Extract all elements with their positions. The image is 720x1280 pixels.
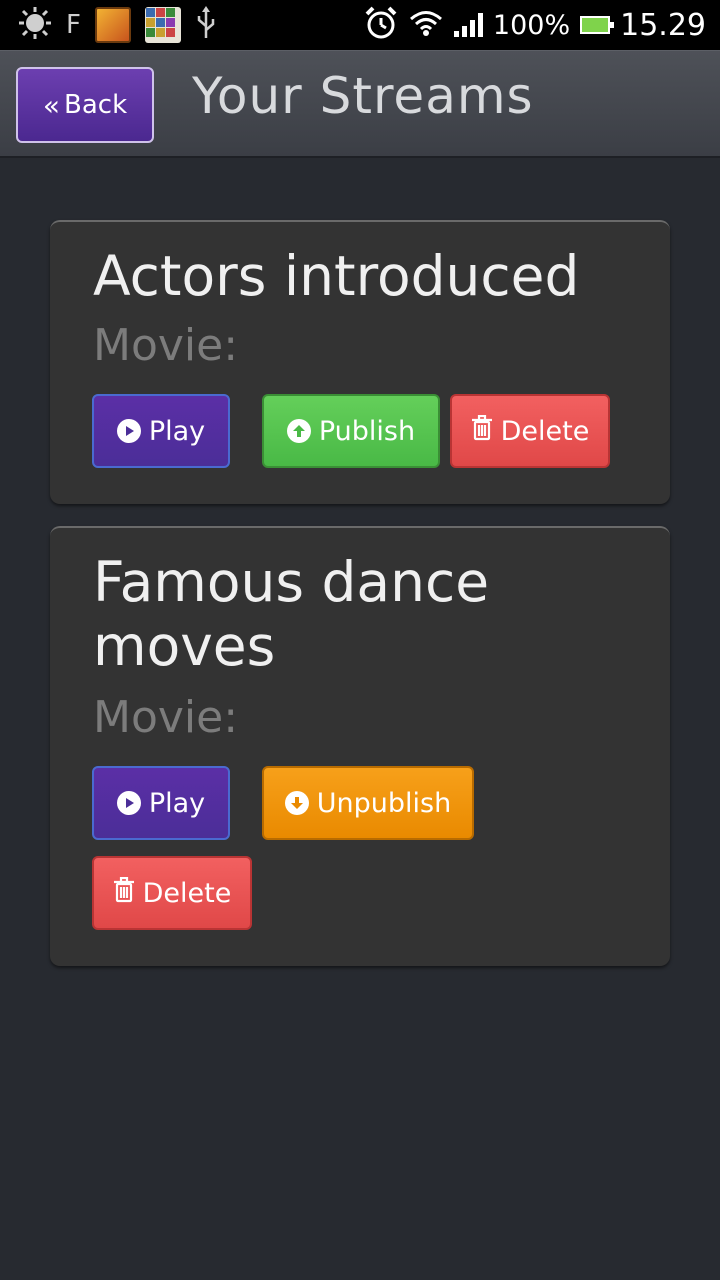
publish-button-label: Publish: [318, 415, 416, 447]
play-button-label: Play: [148, 787, 206, 819]
unpublish-button-label: Unpublish: [316, 787, 452, 819]
wifi-icon: [408, 8, 444, 42]
delete-button[interactable]: Delete: [450, 394, 610, 468]
stream-card: Famous dance moves Movie: Play Unpublish…: [50, 526, 670, 966]
stream-card: Actors introduced Movie: Play Publish De…: [50, 220, 670, 504]
battery-percent: 100%: [492, 9, 571, 41]
status-bar: F 100% 15.29: [0, 0, 720, 50]
stream-type-label: Movie:: [93, 692, 239, 743]
header-bar: « Back Your Streams: [0, 50, 720, 158]
delete-button-label: Delete: [142, 877, 232, 909]
stream-title: Actors introduced: [93, 244, 580, 308]
trash-icon: [113, 876, 135, 910]
stream-type-label: Movie:: [93, 320, 239, 371]
f-icon: F: [66, 10, 81, 40]
alarm-icon: [364, 6, 398, 44]
double-chevron-left-icon: «: [42, 88, 60, 122]
stream-title: Famous dance moves: [93, 550, 490, 678]
delete-button[interactable]: Delete: [92, 856, 252, 930]
arrow-down-circle-icon: [284, 791, 309, 815]
play-button[interactable]: Play: [92, 394, 230, 468]
usb-icon: [195, 6, 217, 44]
unpublish-button[interactable]: Unpublish: [262, 766, 474, 840]
play-button[interactable]: Play: [92, 766, 230, 840]
trash-icon: [471, 414, 493, 448]
play-icon: [116, 419, 141, 443]
back-button[interactable]: « Back: [16, 67, 154, 143]
arrow-up-circle-icon: [286, 419, 311, 443]
play-icon: [116, 791, 141, 815]
play-button-label: Play: [148, 415, 206, 447]
clock-time: 15.29: [620, 7, 706, 43]
page-title: Your Streams: [192, 67, 534, 125]
delete-button-label: Delete: [500, 415, 590, 447]
word-game-icon: [144, 7, 181, 43]
back-button-label: Back: [64, 90, 128, 120]
battery-icon: [580, 16, 615, 34]
publish-button[interactable]: Publish: [262, 394, 440, 468]
bike-game-icon: [94, 7, 131, 43]
brightness-icon: [18, 6, 52, 44]
signal-icon: [453, 13, 483, 37]
